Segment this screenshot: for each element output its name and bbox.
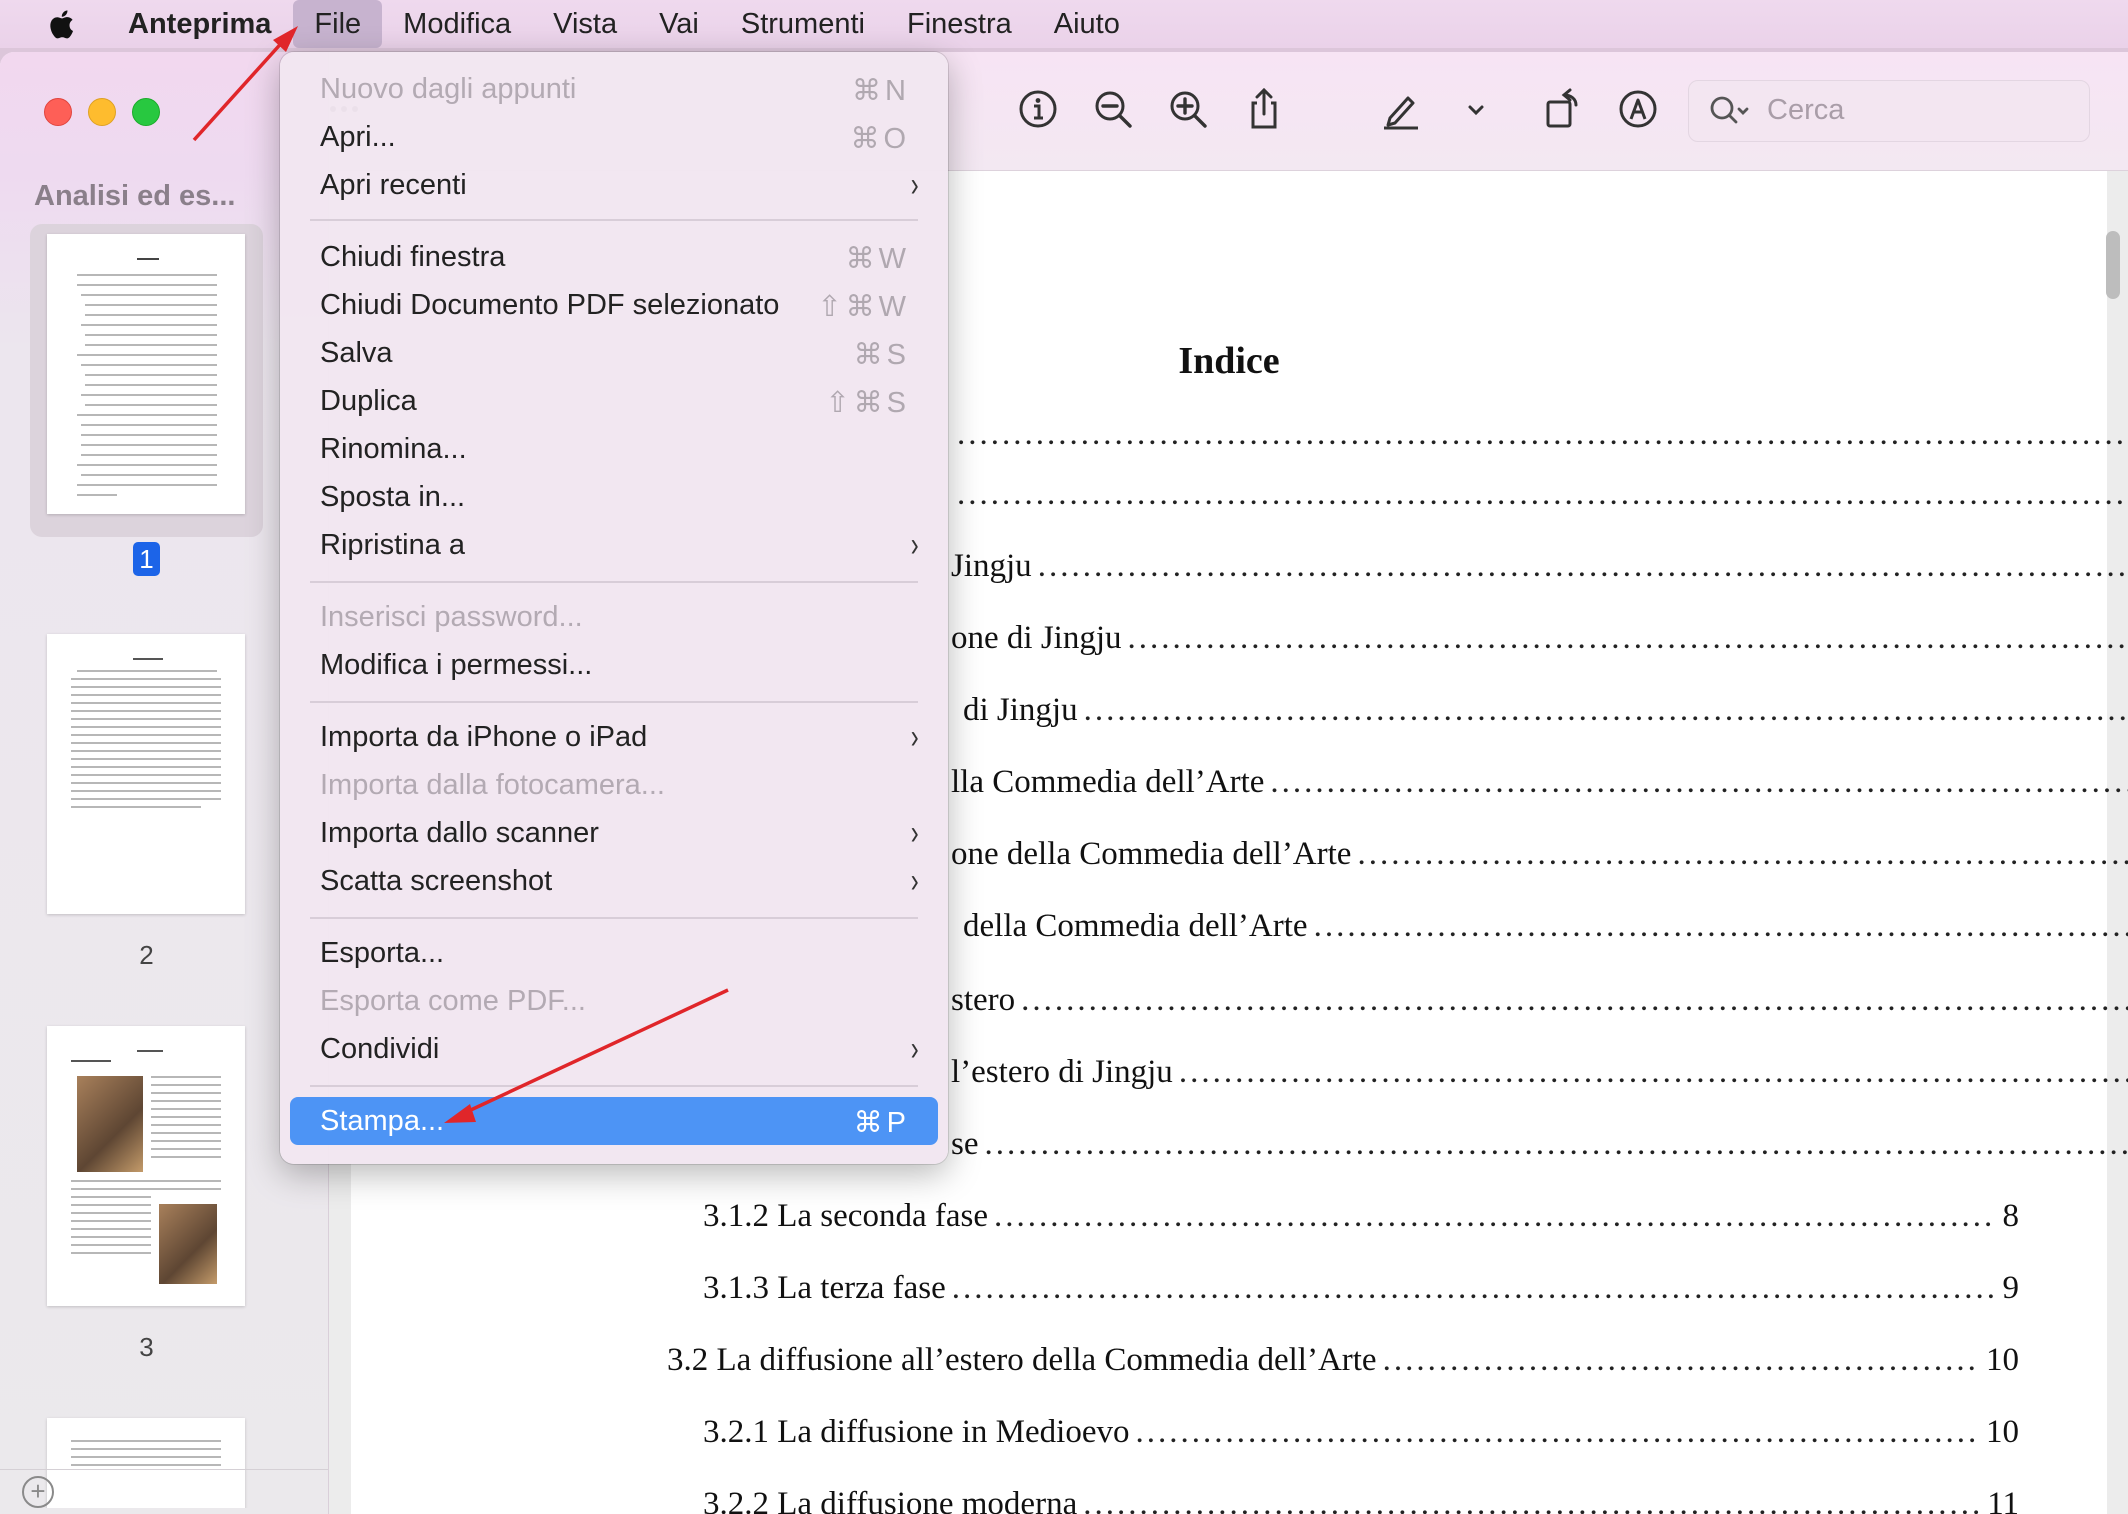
- search-icon: [1710, 96, 1749, 124]
- menu-modifica[interactable]: Modifica: [382, 0, 532, 48]
- submenu-chevron-icon: ›: [910, 526, 919, 564]
- minimize-window-button[interactable]: [88, 98, 116, 126]
- menu-item-importa-fotocamera[interactable]: Importa dalla fotocamera...: [290, 761, 938, 809]
- menu-app-name[interactable]: Anteprima: [112, 0, 293, 48]
- toc-entry[interactable]: Jingju2: [951, 537, 2128, 585]
- search-placeholder: Cerca: [1767, 94, 1845, 126]
- markup-pen-icon[interactable]: [1378, 86, 1424, 132]
- menu-item-chiudi-finestra[interactable]: Chiudi finestra ⌘W: [290, 233, 938, 281]
- zoom-window-button[interactable]: [132, 98, 160, 126]
- zoom-in-icon[interactable]: [1165, 86, 1211, 132]
- add-page-icon[interactable]: +: [22, 1476, 54, 1508]
- toc-entry[interactable]: 3.1.3 La terza fase9: [703, 1259, 2019, 1307]
- thumbnail-illustration: [77, 1076, 143, 1172]
- rotate-icon[interactable]: [1540, 86, 1586, 132]
- chevron-down-icon[interactable]: [1453, 86, 1499, 132]
- menu-item-condividi[interactable]: Condividi ›: [290, 1025, 938, 1073]
- submenu-chevron-icon: ›: [910, 718, 919, 756]
- thumbnail-page-image: [47, 234, 245, 514]
- menu-file[interactable]: File: [293, 0, 383, 48]
- menu-item-nuovo-dagli-appunti[interactable]: Nuovo dagli appunti ⌘N: [290, 65, 938, 113]
- info-icon[interactable]: [1015, 86, 1061, 132]
- submenu-chevron-icon: ›: [910, 814, 919, 852]
- menu-item-stampa[interactable]: Stampa... ⌘P: [290, 1097, 938, 1145]
- toc-entry[interactable]: 3.2.2 La diffusione moderna11: [703, 1475, 2019, 1514]
- toc-entry[interactable]: lla Commedia dell’Arte4: [951, 753, 2128, 801]
- markup-circle-icon[interactable]: [1615, 86, 1661, 132]
- submenu-chevron-icon: ›: [910, 166, 919, 204]
- page-thumbnail-4[interactable]: [30, 1408, 263, 1508]
- menu-item-importa-iphone[interactable]: Importa da iPhone o iPad ›: [290, 713, 938, 761]
- toc-entry[interactable]: di Jingju2: [963, 681, 2128, 729]
- thumbnail-illustration: [159, 1204, 217, 1284]
- file-menu-dropdown: Nuovo dagli appunti ⌘N Apri... ⌘O Apri rec…: [280, 52, 948, 1164]
- page-number-1: 1: [30, 542, 263, 576]
- zoom-out-icon[interactable]: [1090, 86, 1136, 132]
- toc-entry[interactable]: 2: [951, 465, 2128, 513]
- toc-entry[interactable]: 3.2.1 La diffusione in Medioevo10: [703, 1403, 2019, 1451]
- toc-entry[interactable]: 3.2 La diffusione all’estero della Comme…: [667, 1331, 2019, 1379]
- menu-vista[interactable]: Vista: [532, 0, 638, 48]
- menu-item-chiudi-documento[interactable]: Chiudi Documento PDF selezionato ⇧⌘W: [290, 281, 938, 329]
- toc-entry[interactable]: della Commedia dell’Arte4: [963, 897, 2128, 945]
- submenu-chevron-icon: ›: [910, 862, 919, 900]
- page-thumbnail-1[interactable]: [30, 224, 263, 537]
- page-number-3: 3: [139, 1332, 154, 1362]
- toc-entry[interactable]: l’estero di Jingju7: [951, 1043, 2128, 1091]
- document-title: Analisi ed es...: [34, 180, 236, 212]
- toc-entry[interactable]: one della Commedia dell’Arte4: [951, 825, 2128, 873]
- share-icon[interactable]: [1241, 86, 1287, 132]
- close-window-button[interactable]: [44, 98, 72, 126]
- thumbnail-page-image: [47, 1026, 245, 1306]
- menu-item-ripristina-a[interactable]: Ripristina a ›: [290, 521, 938, 569]
- menu-bar: Anteprima File Modifica Vista Vai Strume…: [0, 0, 2128, 48]
- page-number-2: 2: [139, 940, 154, 970]
- menu-separator: [310, 701, 918, 703]
- menu-item-apri[interactable]: Apri... ⌘O: [290, 113, 938, 161]
- menu-item-apri-recenti[interactable]: Apri recenti ›: [290, 161, 938, 209]
- menu-separator: [310, 581, 918, 583]
- submenu-chevron-icon: ›: [910, 1030, 919, 1068]
- menu-item-salva[interactable]: Salva ⌘S: [290, 329, 938, 377]
- toc-entry[interactable]: stero7: [951, 971, 2128, 1019]
- menu-item-esporta-pdf[interactable]: Esporta come PDF...: [290, 977, 938, 1025]
- menu-item-esporta[interactable]: Esporta...: [290, 929, 938, 977]
- menu-item-modifica-permessi[interactable]: Modifica i permessi...: [290, 641, 938, 689]
- sidebar-divider: [0, 1469, 328, 1470]
- menu-item-sposta-in[interactable]: Sposta in...: [290, 473, 938, 521]
- menu-item-duplica[interactable]: Duplica ⇧⌘S: [290, 377, 938, 425]
- menu-item-importa-scanner[interactable]: Importa dallo scanner ›: [290, 809, 938, 857]
- menu-aiuto[interactable]: Aiuto: [1033, 0, 1141, 48]
- toc-entry[interactable]: 3.1.2 La seconda fase8: [703, 1187, 2019, 1235]
- menu-separator: [310, 917, 918, 919]
- menu-separator: [310, 219, 918, 221]
- menu-item-inserisci-password[interactable]: Inserisci password...: [290, 593, 938, 641]
- toc-entry[interactable]: one di Jingju2: [951, 609, 2128, 657]
- search-field[interactable]: Cerca: [1688, 80, 2090, 142]
- menu-finestra[interactable]: Finestra: [886, 0, 1033, 48]
- menu-separator: [310, 1085, 918, 1087]
- thumbnail-page-image: [47, 1418, 245, 1508]
- menu-item-scatta-screenshot[interactable]: Scatta screenshot ›: [290, 857, 938, 905]
- menu-vai[interactable]: Vai: [638, 0, 720, 48]
- vertical-scrollbar[interactable]: [2106, 231, 2120, 299]
- page-thumbnail-2[interactable]: [30, 624, 263, 924]
- menu-strumenti[interactable]: Strumenti: [720, 0, 886, 48]
- toc-entry[interactable]: se7: [951, 1115, 2128, 1163]
- page-thumbnail-3[interactable]: [30, 1016, 263, 1316]
- thumbnail-page-image: [47, 634, 245, 914]
- toc-entry[interactable]: 1: [951, 405, 2128, 453]
- menu-item-rinomina[interactable]: Rinomina...: [290, 425, 938, 473]
- apple-logo-icon[interactable]: [42, 4, 82, 44]
